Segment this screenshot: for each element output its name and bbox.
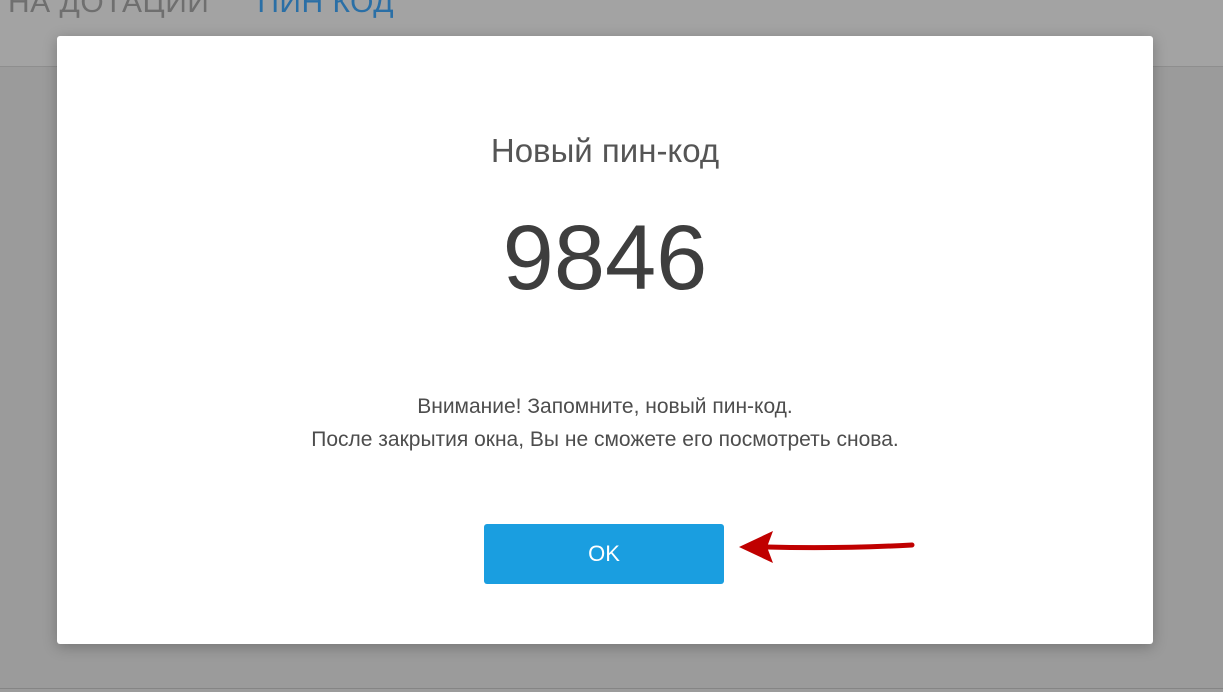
warning-line-1: Внимание! Запомните, новый пин-код. (417, 395, 793, 418)
pin-dialog: Новый пин-код 9846 Внимание! Запомните, … (57, 36, 1153, 644)
ok-button[interactable]: OK (484, 524, 724, 584)
background-tabs: НА ДОТАЦИИ ПИН КОД (8, 0, 394, 20)
arrow-shaft (764, 542, 915, 551)
warning-text: Внимание! Запомните, новый пин-код. Посл… (57, 390, 1153, 456)
tab-subsidy: НА ДОТАЦИИ (8, 0, 210, 19)
pin-code-value: 9846 (502, 207, 708, 309)
tab-pin-code: ПИН КОД (257, 0, 395, 19)
bottom-divider (0, 688, 1223, 689)
dialog-title: Новый пин-код (490, 132, 720, 169)
red-arrow-icon (739, 531, 915, 563)
warning-line-2: После закрытия окна, Вы не сможете его п… (311, 428, 899, 451)
